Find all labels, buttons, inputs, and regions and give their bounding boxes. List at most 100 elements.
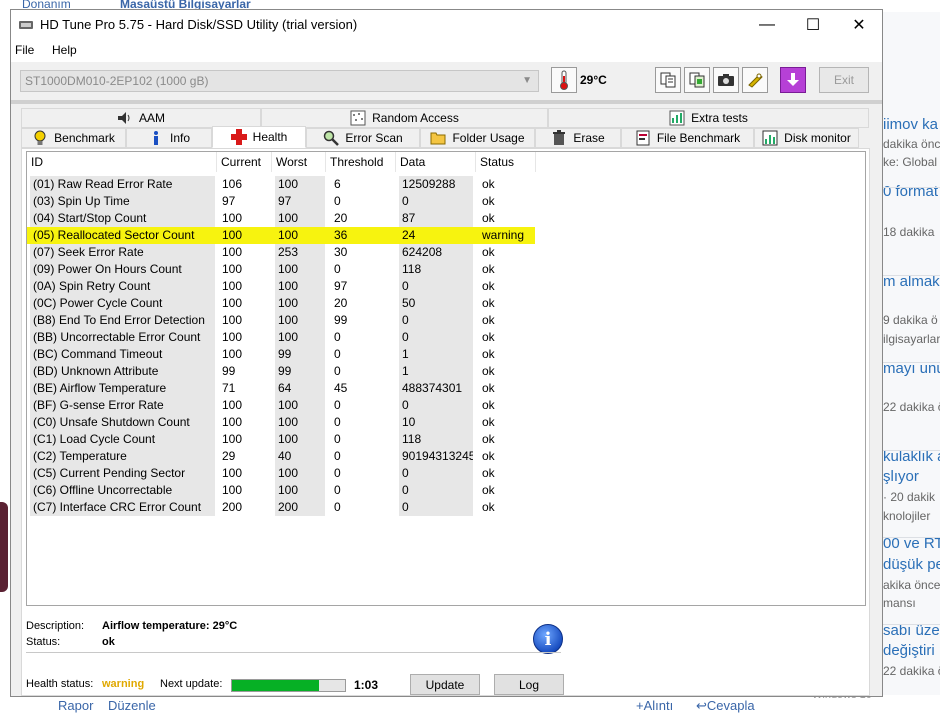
cell-current: 100 [222,432,243,446]
disk-monitor-icon [762,130,778,146]
copy-all-icon[interactable] [684,67,710,93]
table-row[interactable]: (03) Spin Up Time 97 97 0 0 ok [27,193,535,210]
table-row[interactable]: (0C) Power Cycle Count 100 100 20 50 ok [27,295,535,312]
column-header[interactable]: Worst [272,152,326,172]
table-row[interactable]: (05) Reallocated Sector Count 100 100 36 24 w… [27,227,535,244]
column-header[interactable]: Data [396,152,476,172]
smart-table[interactable]: ID Current Worst Threshold Data Status (01) R… [26,151,866,606]
table-row[interactable]: (BF) G-sense Error Rate 100 100 0 0 ok [27,397,535,414]
cell-current: 100 [222,211,243,225]
menu-help[interactable]: Help [52,43,77,57]
tab-label: Error Scan [345,131,403,145]
minimize-button[interactable]: — [744,10,790,40]
background-sidebar-text: · 20 dakik [883,490,936,504]
tab-extra-tests[interactable]: Extra tests [548,108,869,128]
menu-file[interactable]: File [15,43,34,57]
table-row[interactable]: (C2) Temperature 29 40 0 90194313245 ok [27,448,535,465]
cell-worst: 100 [275,397,325,414]
column-header[interactable]: Current [217,152,272,172]
magnifier-icon [323,130,340,146]
table-row[interactable]: (BB) Uncorrectable Error Count 100 100 0 0 ok [27,329,535,346]
cell-data: 118 [399,261,473,278]
drive-select[interactable]: ST1000DM010-2EP102 (1000 gB) ▼ [20,70,539,92]
status-label: Status: [26,636,61,648]
cell-worst: 40 [275,448,325,465]
tab-info[interactable]: Info [126,128,212,148]
background-sidebar-text[interactable]: değiştiri [883,642,935,659]
tab-erase[interactable]: Erase [535,128,621,148]
thermometer-icon[interactable] [551,67,577,93]
table-row[interactable]: (C1) Load Cycle Count 100 100 0 118 ok [27,431,535,448]
background-sidebar-text[interactable]: 0 format [883,183,938,200]
tab-error-scan[interactable]: Error Scan [306,128,420,148]
tab-random-access[interactable]: Random Access [261,108,548,128]
options-wrench-icon[interactable] [742,67,768,93]
cell-current: 100 [222,347,243,361]
cell-data: 24 [399,227,473,244]
table-row[interactable]: (BC) Command Timeout 100 99 0 1 ok [27,346,535,363]
screenshot-camera-icon[interactable] [713,67,739,93]
column-header[interactable]: Status [476,152,536,172]
maximize-button[interactable]: ☐ [790,10,836,40]
close-button[interactable]: ✕ [836,10,882,40]
cell-status: ok [482,313,495,327]
cell-worst: 100 [275,329,325,346]
details-divider [26,652,561,653]
cell-id: (B8) End To End Error Detection [30,312,215,329]
reply-link[interactable]: ↩Cevapla [696,698,755,714]
cell-current: 100 [222,262,243,276]
table-row[interactable]: (B8) End To End Error Detection 100 100 99 0… [27,312,535,329]
tab-health[interactable]: Health [212,126,306,148]
table-row[interactable]: (07) Seek Error Rate 100 253 30 624208 ok [27,244,535,261]
description-value: Airflow temperature: 29°C [102,620,238,632]
background-sidebar-text: dakika önce [883,137,940,151]
copy-text-icon[interactable] [655,67,681,93]
quote-link[interactable]: +Alıntı [636,698,673,713]
background-sidebar-text[interactable]: şlıyor [883,468,919,485]
cell-data: 87 [399,210,473,227]
log-button[interactable]: Log [494,674,564,695]
background-left-strip [0,12,10,702]
table-row[interactable]: (BD) Unknown Attribute 99 99 0 1 ok [27,363,535,380]
column-header[interactable]: ID [27,152,217,172]
title-bar[interactable]: HD Tune Pro 5.75 - Hard Disk/SSD Utility… [11,10,882,40]
cell-threshold: 20 [334,296,348,310]
table-row[interactable]: (C7) Interface CRC Error Count 200 200 0 0 ok [27,499,535,516]
table-row[interactable]: (C6) Offline Uncorrectable 100 100 0 0 ok [27,482,535,499]
cell-id: (BB) Uncorrectable Error Count [30,329,215,346]
tab-folder-usage[interactable]: Folder Usage [420,128,535,148]
background-sidebar-text[interactable]: düşük pe [883,556,940,573]
background-sidebar-text[interactable]: iimov ka [883,116,938,133]
table-row[interactable]: (C0) Unsafe Shutdown Count 100 100 0 10 ok [27,414,535,431]
drive-select-value: ST1000DM010-2EP102 (1000 gB) [25,74,209,88]
exit-button[interactable]: Exit [819,67,869,93]
edit-link[interactable]: Düzenle [108,698,156,713]
tab-aam[interactable]: AAM [21,108,261,128]
tab-benchmark[interactable]: Benchmark [21,128,126,148]
tab-file-benchmark[interactable]: File Benchmark [621,128,754,148]
report-link[interactable]: Rapor [58,698,93,713]
table-row[interactable]: (04) Start/Stop Count 100 100 20 87 ok [27,210,535,227]
cell-current: 100 [222,313,243,327]
update-button[interactable]: Update [410,674,480,695]
cell-worst: 99 [275,346,325,363]
info-icon[interactable]: i [533,624,563,654]
column-header[interactable]: Threshold [326,152,396,172]
cell-threshold: 0 [334,500,341,514]
table-row[interactable]: (01) Raw Read Error Rate 106 100 6 12509288 o… [27,176,535,193]
table-row[interactable]: (BE) Airflow Temperature 71 64 45 488374301 o… [27,380,535,397]
cell-worst: 99 [275,363,325,380]
background-sidebar-text: akika önce [883,578,940,592]
table-row[interactable]: (09) Power On Hours Count 100 100 0 118 ok [27,261,535,278]
table-row[interactable]: (C5) Current Pending Sector 100 100 0 0 ok [27,465,535,482]
table-row[interactable]: (0A) Spin Retry Count 100 100 97 0 ok [27,278,535,295]
save-download-icon[interactable] [780,67,806,93]
cell-worst: 100 [275,312,325,329]
cell-worst: 200 [275,499,325,516]
file-benchmark-icon [635,130,651,146]
background-divider [883,362,940,363]
cell-id: (BE) Airflow Temperature [30,380,215,397]
tab-disk-monitor[interactable]: Disk monitor [754,128,859,148]
cell-data: 90194313245 [399,448,473,465]
random-access-icon [350,110,366,126]
